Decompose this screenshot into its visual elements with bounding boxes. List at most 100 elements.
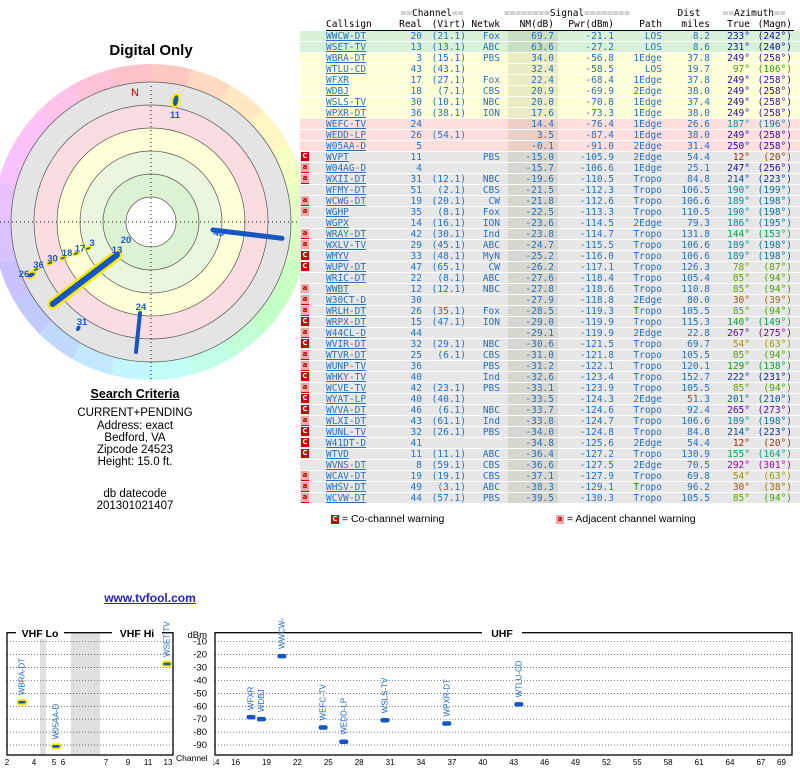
channel-tick-label: 9 bbox=[126, 758, 131, 767]
warning-cell: aC bbox=[300, 328, 326, 338]
callsign-link[interactable]: WRAY-DT bbox=[326, 229, 396, 239]
callsign-link[interactable]: WTLU-CD bbox=[326, 64, 396, 74]
callsign-link[interactable]: WTVD bbox=[326, 449, 396, 459]
callsign-link[interactable]: WDBJ bbox=[326, 86, 396, 96]
azimuth-magnetic: (149°) bbox=[757, 317, 792, 327]
distance-miles: 131.8 bbox=[681, 229, 710, 239]
virtual-channel bbox=[422, 361, 468, 371]
callsign-link[interactable]: WUNL-TV bbox=[326, 427, 396, 437]
tvfool-link[interactable]: www.tvfool.com bbox=[104, 591, 196, 605]
virtual-channel: (13.1) bbox=[431, 42, 466, 52]
azimuth-true: 129° bbox=[727, 361, 750, 371]
table-row: aCWCVE-TV42(23.1)PBS-33.1-123.9Tropo105.… bbox=[300, 383, 800, 394]
callsign-link[interactable]: WHSV-DT bbox=[326, 482, 396, 492]
virtual-channel bbox=[422, 328, 468, 338]
callsign-link[interactable]: WBRA-DT bbox=[326, 53, 396, 63]
callsign-link[interactable]: WLXI-DT bbox=[326, 416, 396, 426]
callsign-link[interactable]: WCWG-DT bbox=[326, 196, 396, 206]
callsign-link[interactable]: WEFC-TV bbox=[326, 119, 396, 129]
callsign-link[interactable]: WSET-TV bbox=[326, 42, 396, 52]
channel-tick-label: 2 bbox=[5, 758, 10, 767]
power: -118.6 bbox=[579, 284, 614, 294]
callsign-link[interactable]: WVPT bbox=[326, 152, 396, 162]
callsign-link[interactable]: WRLH-DT bbox=[326, 306, 396, 316]
co-channel-icon: C bbox=[331, 515, 339, 524]
azimuth-magnetic: (198°) bbox=[757, 251, 792, 261]
co-channel-icon: C bbox=[301, 480, 309, 481]
callsign-link[interactable]: WVNS-DT bbox=[326, 460, 396, 470]
dbm-tick-label: -50 bbox=[193, 688, 207, 699]
network bbox=[468, 438, 508, 448]
callsign-link[interactable]: WRIC-DT bbox=[326, 273, 396, 283]
azimuth-magnetic: (301°) bbox=[757, 460, 792, 470]
callsign-link[interactable]: WGHP bbox=[326, 207, 396, 217]
callsign-link[interactable]: WXII-DT bbox=[326, 174, 396, 184]
callsign-link[interactable]: WUPV-DT bbox=[326, 262, 396, 272]
callsign-link[interactable]: W44CL-D bbox=[326, 328, 396, 338]
azimuth-magnetic: (196°) bbox=[757, 119, 792, 129]
callsign-link[interactable]: WVIR-DT bbox=[326, 339, 396, 349]
callsign-link[interactable]: W05AA-D bbox=[326, 141, 396, 151]
channel-label: 30 bbox=[47, 254, 58, 265]
callsign-link[interactable]: W30CT-D bbox=[326, 295, 396, 305]
noise-margin: -21.5 bbox=[508, 185, 558, 195]
callsign-link[interactable]: WPXR-DT bbox=[326, 108, 396, 118]
callsign-link[interactable]: WCVW-DT bbox=[326, 493, 396, 503]
callsign-link[interactable]: WWBT bbox=[326, 284, 396, 294]
callsign-link[interactable]: WSLS-TV bbox=[326, 97, 396, 107]
azimuth-magnetic: (258°) bbox=[757, 53, 792, 63]
callsign-link[interactable]: WWCW-DT bbox=[326, 31, 396, 41]
table-row: C WRPX-DT 15 (47.1) ION -29.0 -119.9 Tropo 115.3… bbox=[300, 317, 800, 328]
callsign-link[interactable]: WRPX-DT bbox=[326, 317, 396, 327]
path: Tropo bbox=[633, 416, 662, 426]
db-datecode-label: db datecode bbox=[103, 488, 167, 500]
real-channel: 11 bbox=[410, 152, 422, 162]
callsign-link[interactable]: W04AG-D bbox=[326, 163, 396, 173]
azimuth-true: 189° bbox=[727, 196, 750, 206]
table-row: aCWLXI-DT43(61.1)Ind-33.8-124.7Tropo106.… bbox=[300, 416, 800, 427]
virtual-channel: (65.1) bbox=[431, 262, 466, 272]
path: Tropo bbox=[633, 207, 662, 217]
callsign-link[interactable]: WGPX bbox=[326, 218, 396, 228]
distance-miles: 106.5 bbox=[681, 185, 710, 195]
table-row: aCW04AG-D4-15.7-106.61Edge25.1247°(256°) bbox=[300, 163, 800, 174]
callsign-link[interactable]: WYAT-LP bbox=[326, 394, 396, 404]
distance-miles: 25.1 bbox=[687, 163, 710, 173]
callsign-link[interactable]: WTVR-DT bbox=[326, 350, 396, 360]
callsign-link[interactable]: WFXR bbox=[326, 75, 396, 85]
table-row: WPXR-DT 36 (38.1) ION 17.6 -73.3 1Edge 38.0 249°… bbox=[300, 108, 800, 119]
azimuth-magnetic: (198°) bbox=[757, 240, 792, 250]
network: CBS bbox=[482, 350, 500, 360]
power: -58.5 bbox=[585, 64, 614, 74]
virtual-channel: (20.1) bbox=[431, 196, 466, 206]
network: Fox bbox=[482, 75, 500, 85]
callsign-link[interactable]: W41DT-D bbox=[326, 438, 396, 448]
signal-marker bbox=[246, 714, 256, 720]
virtual-channel bbox=[422, 295, 468, 305]
callsign-link[interactable]: WCAV-DT bbox=[326, 471, 396, 481]
channel-label: 36 bbox=[33, 260, 44, 271]
callsign-link[interactable]: WVVA-DT bbox=[326, 405, 396, 415]
path: 1Edge bbox=[633, 97, 662, 107]
signal-marker-label: WDBJ bbox=[257, 689, 266, 712]
azimuth-true: 292° bbox=[727, 460, 750, 470]
callsign-link[interactable]: WFMY-DT bbox=[326, 185, 396, 195]
warning-cell bbox=[300, 97, 326, 107]
callsign-link[interactable]: WMYV bbox=[326, 251, 396, 261]
noise-margin: -23.8 bbox=[508, 229, 558, 239]
power: -129.1 bbox=[579, 482, 614, 492]
callsign-link[interactable]: WHKY-TV bbox=[326, 372, 396, 382]
network: PBS bbox=[482, 493, 500, 503]
callsign-link[interactable]: WXLV-TV bbox=[326, 240, 396, 250]
power: -118.4 bbox=[579, 273, 614, 283]
callsign-link[interactable]: WEDD-LP bbox=[326, 130, 396, 140]
co-channel-legend: C = Co-channel warning bbox=[330, 513, 444, 525]
callsign-link[interactable]: WCVE-TV bbox=[326, 383, 396, 393]
callsign-link[interactable]: WUNP-TV bbox=[326, 361, 396, 371]
network: CW bbox=[488, 262, 500, 272]
warning-cell: aC bbox=[300, 416, 326, 426]
noise-margin: 63.6 bbox=[508, 42, 558, 52]
azimuth-magnetic: (94°) bbox=[763, 273, 792, 283]
virtual-channel: (21.1) bbox=[431, 31, 466, 41]
co-channel-icon: C bbox=[301, 449, 309, 458]
